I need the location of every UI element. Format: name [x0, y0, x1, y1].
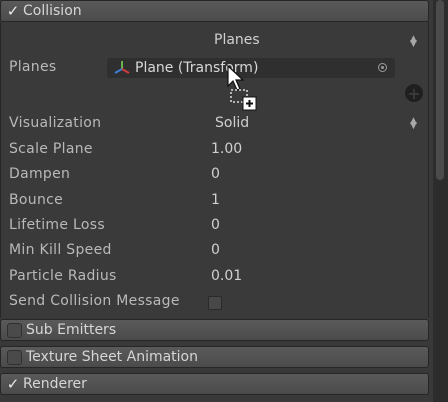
- sub-emitters-checkbox[interactable]: [7, 322, 22, 338]
- bounce-field[interactable]: 1: [211, 192, 220, 208]
- check-icon[interactable]: ✓: [3, 2, 23, 20]
- particle-radius-field[interactable]: 0.01: [211, 268, 242, 284]
- lifetime-loss-field[interactable]: 0: [211, 217, 220, 233]
- send-collision-messages-label: Send Collision Message: [9, 293, 180, 309]
- send-collision-messages-checkbox[interactable]: [208, 296, 222, 310]
- texture-sheet-animation-checkbox[interactable]: [7, 349, 22, 365]
- planes-type-dropdown[interactable]: Planes ▲ ▼: [107, 30, 421, 52]
- renderer-module-header[interactable]: ✓ Renderer: [0, 373, 429, 395]
- texture-sheet-animation-title: Texture Sheet Animation: [26, 349, 198, 365]
- min-kill-speed-field[interactable]: 0: [211, 242, 220, 258]
- plus-circle-icon[interactable]: +: [405, 84, 423, 103]
- collision-module-body: Planes ▲ ▼ Planes Plane (Transform) + Vis…: [0, 22, 429, 318]
- sub-emitters-module-header[interactable]: Sub Emitters: [0, 319, 429, 341]
- visualization-dropdown[interactable]: Solid: [215, 115, 249, 131]
- sub-emitters-title: Sub Emitters: [26, 322, 117, 338]
- texture-sheet-animation-module-header[interactable]: Texture Sheet Animation: [0, 346, 429, 368]
- dropdown-arrows-icon: ▲ ▼: [410, 34, 417, 49]
- collision-module-title: Collision: [23, 3, 82, 19]
- inspector-panel: ✓ Collision Planes ▲ ▼ Planes Plane (Tran…: [0, 0, 433, 402]
- scale-plane-label: Scale Plane: [9, 141, 93, 157]
- lifetime-loss-label: Lifetime Loss: [9, 217, 105, 233]
- scrollbar-thumb[interactable]: [436, 0, 444, 180]
- target-picker-icon[interactable]: [378, 63, 387, 72]
- particle-radius-label: Particle Radius: [9, 268, 117, 284]
- dampen-label: Dampen: [9, 166, 71, 182]
- transform-gizmo-icon: [114, 61, 130, 74]
- renderer-title: Renderer: [23, 376, 87, 392]
- visualization-label: Visualization: [9, 115, 102, 131]
- dampen-field[interactable]: 0: [211, 166, 220, 182]
- collision-module-header[interactable]: ✓ Collision: [0, 0, 429, 22]
- min-kill-speed-label: Min Kill Speed: [9, 242, 112, 258]
- drag-copy-cursor-icon: [227, 64, 257, 111]
- bounce-label: Bounce: [9, 192, 64, 208]
- scale-plane-field[interactable]: 1.00: [211, 141, 242, 157]
- planes-label: Planes: [9, 59, 57, 75]
- renderer-check-icon[interactable]: ✓: [3, 375, 23, 393]
- planes-type-value: Planes: [214, 32, 260, 48]
- visualization-dropdown-arrows-icon: ▲ ▼: [410, 116, 417, 131]
